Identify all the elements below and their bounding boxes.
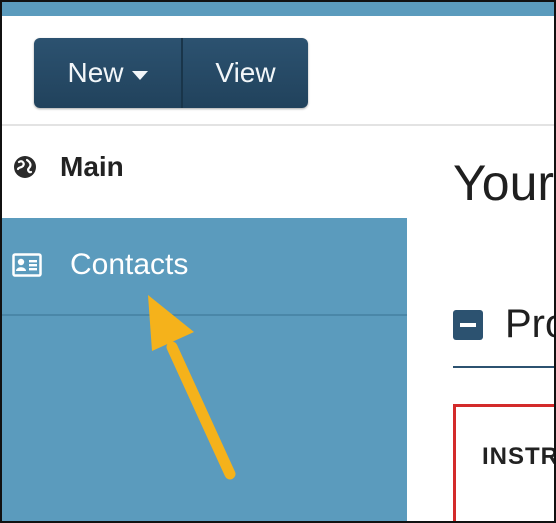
top-header-strip <box>2 2 554 16</box>
sidebar-item-contacts[interactable]: Contacts <box>2 218 407 316</box>
new-dropdown-button[interactable]: New <box>34 38 183 108</box>
globe-icon <box>12 154 38 180</box>
action-button-group: New View <box>34 38 308 108</box>
caret-down-icon <box>131 70 148 80</box>
view-button[interactable]: View <box>183 38 308 108</box>
instructions-box: INSTR Y <box>453 404 554 521</box>
sidebar: Main Contacts <box>2 126 407 521</box>
new-button-label: New <box>67 57 124 88</box>
sidebar-item-main[interactable]: Main <box>2 126 407 218</box>
collapse-section-button[interactable] <box>453 309 483 340</box>
contact-card-icon <box>12 253 42 277</box>
sidebar-item-contacts-label: Contacts <box>70 248 189 281</box>
minus-icon <box>460 322 476 327</box>
page-title: Your <box>453 155 554 211</box>
sidebar-item-main-label: Main <box>60 151 124 182</box>
section-header: Pro <box>453 302 554 347</box>
section-title: Pro <box>505 302 554 346</box>
view-button-label: View <box>215 57 276 88</box>
instructions-title: INSTR <box>482 443 554 470</box>
main-content: Your Pro INSTR Y <box>407 126 554 521</box>
instructions-text: Y <box>482 517 498 521</box>
sidebar-menu-panel: Contacts <box>2 218 407 521</box>
section-divider <box>453 366 554 368</box>
toolbar: New View <box>2 16 554 126</box>
app-frame: New View Main Contacts Your Pr INSTR <box>0 0 556 523</box>
